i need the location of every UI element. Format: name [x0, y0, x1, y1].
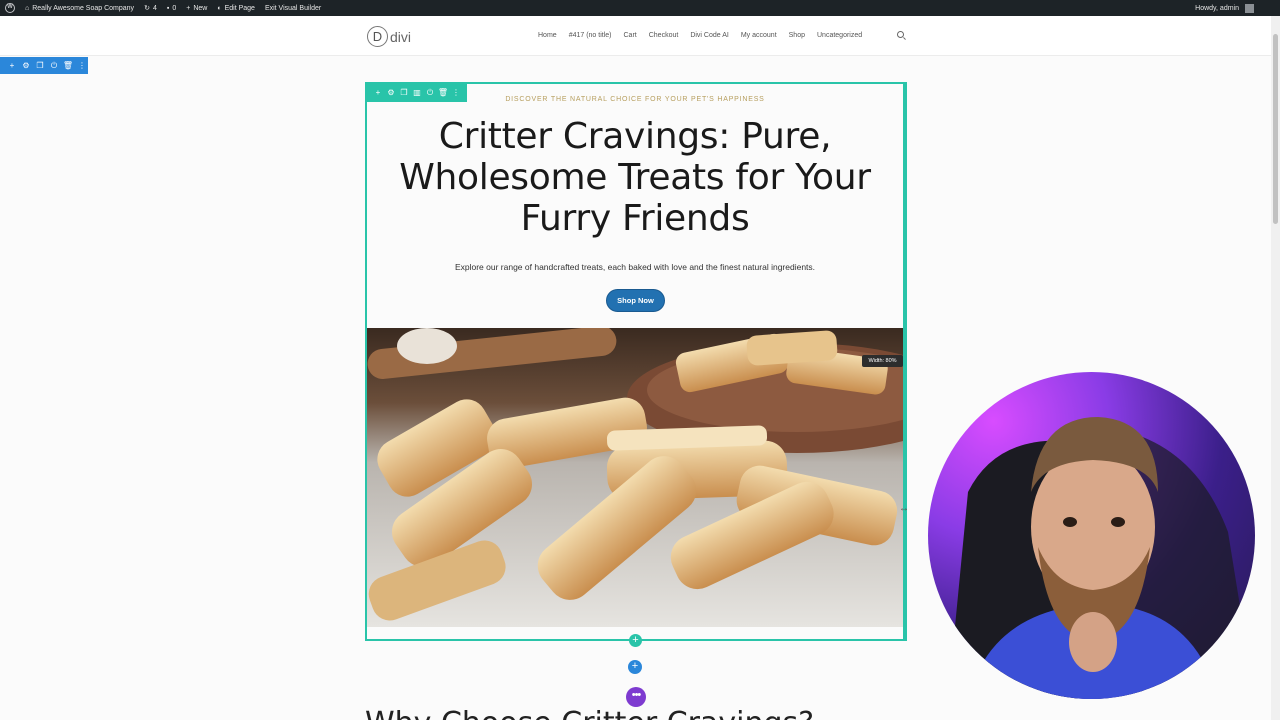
plus-icon: + [186, 4, 191, 12]
search-icon[interactable] [897, 31, 904, 38]
nav-item-417[interactable]: #417 (no title) [569, 32, 612, 39]
next-section-heading: Why Choose Critter Cravings? [365, 706, 814, 720]
nav-item-checkout[interactable]: Checkout [649, 32, 679, 39]
plus-icon[interactable]: + [7, 61, 17, 71]
duplicate-icon[interactable]: ❐ [35, 61, 45, 71]
wordpress-icon: W [5, 3, 15, 13]
nav-item-my-account[interactable]: My account [741, 32, 777, 39]
trash-icon[interactable]: 🗑 [438, 88, 448, 98]
nav-item-shop[interactable]: Shop [789, 32, 805, 39]
avatar [1245, 3, 1254, 13]
logo-text: divi [390, 28, 412, 45]
divi-icon: ◐ [217, 4, 222, 12]
edit-page-label: Edit Page [224, 4, 255, 12]
main-nav: Home #417 (no title) Cart Checkout Divi … [538, 32, 862, 39]
add-row-button[interactable]: + [629, 634, 642, 647]
home-icon: ⌂ [25, 4, 30, 12]
nav-item-cart[interactable]: Cart [624, 32, 637, 39]
plus-icon[interactable]: + [373, 88, 383, 98]
page-scrollbar[interactable] [1271, 16, 1280, 720]
new-label: New [193, 4, 208, 12]
row-resize-edge[interactable] [903, 84, 906, 640]
site-name-menu[interactable]: ⌂ Really Awesome Soap Company [20, 0, 139, 16]
new-content-menu[interactable]: + New [181, 0, 212, 16]
hero-image [367, 328, 903, 627]
edit-page-link[interactable]: ◐ Edit Page [212, 0, 260, 16]
scrollbar-thumb[interactable] [1273, 34, 1278, 224]
width-badge: Width: 80% [862, 355, 903, 367]
power-icon[interactable]: ⏻ [49, 61, 59, 71]
wp-logo-menu[interactable]: W [0, 0, 20, 16]
updates-icon: ↻ [144, 5, 150, 12]
duplicate-icon[interactable]: ❐ [399, 88, 409, 98]
power-icon[interactable]: ⏻ [425, 88, 435, 98]
section-toolbar: + ⚙ ❐ ⏻ 🗑 ⋮ [0, 57, 88, 74]
webcam-overlay [928, 372, 1255, 699]
add-section-button[interactable]: + [628, 660, 642, 674]
shop-now-button[interactable]: Shop Now [606, 289, 665, 312]
page-settings-button[interactable]: ••• [626, 687, 646, 707]
updates-count: 4 [152, 4, 157, 12]
updates-menu[interactable]: ↻ 4 [139, 0, 162, 16]
dog-biscuits-illustration [367, 328, 903, 627]
columns-icon[interactable]: ▥ [412, 88, 422, 98]
gear-icon[interactable]: ⚙ [21, 61, 31, 71]
nav-item-uncategorized[interactable]: Uncategorized [817, 32, 862, 39]
exit-builder-label: Exit Visual Builder [264, 4, 322, 12]
logo-mark: D [367, 26, 388, 47]
site-logo[interactable]: D divi [367, 26, 411, 47]
nav-item-home[interactable]: Home [538, 32, 557, 39]
trash-icon[interactable]: 🗑 [63, 61, 73, 71]
account-menu[interactable]: Howdy, admin [1190, 0, 1280, 16]
exit-visual-builder-link[interactable]: Exit Visual Builder [260, 0, 326, 16]
howdy-label: Howdy, admin [1195, 4, 1239, 12]
comments-menu[interactable]: ▪ 0 [162, 0, 181, 16]
comments-count: 0 [172, 4, 177, 12]
site-name: Really Awesome Soap Company [32, 4, 135, 12]
resize-arrows-icon[interactable]: ↔ [899, 503, 909, 514]
nav-item-divi-code-ai[interactable]: Divi Code AI [690, 32, 729, 39]
wp-admin-bar: W ⌂ Really Awesome Soap Company ↻ 4 ▪ 0 … [0, 0, 1280, 16]
hero-subtext: Explore our range of handcrafted treats,… [454, 262, 816, 272]
more-vertical-icon[interactable]: ⋮ [77, 61, 87, 71]
more-vertical-icon[interactable]: ⋮ [451, 88, 461, 98]
comment-icon: ▪ [166, 4, 170, 12]
presenter-video [948, 417, 1255, 699]
gear-icon[interactable]: ⚙ [386, 88, 396, 98]
site-header: D divi Home #417 (no title) Cart Checkou… [0, 16, 1271, 56]
hero-headline: Critter Cravings: Pure, Wholesome Treats… [399, 116, 871, 239]
row-toolbar: + ⚙ ❐ ▥ ⏻ 🗑 ⋮ [367, 84, 467, 102]
